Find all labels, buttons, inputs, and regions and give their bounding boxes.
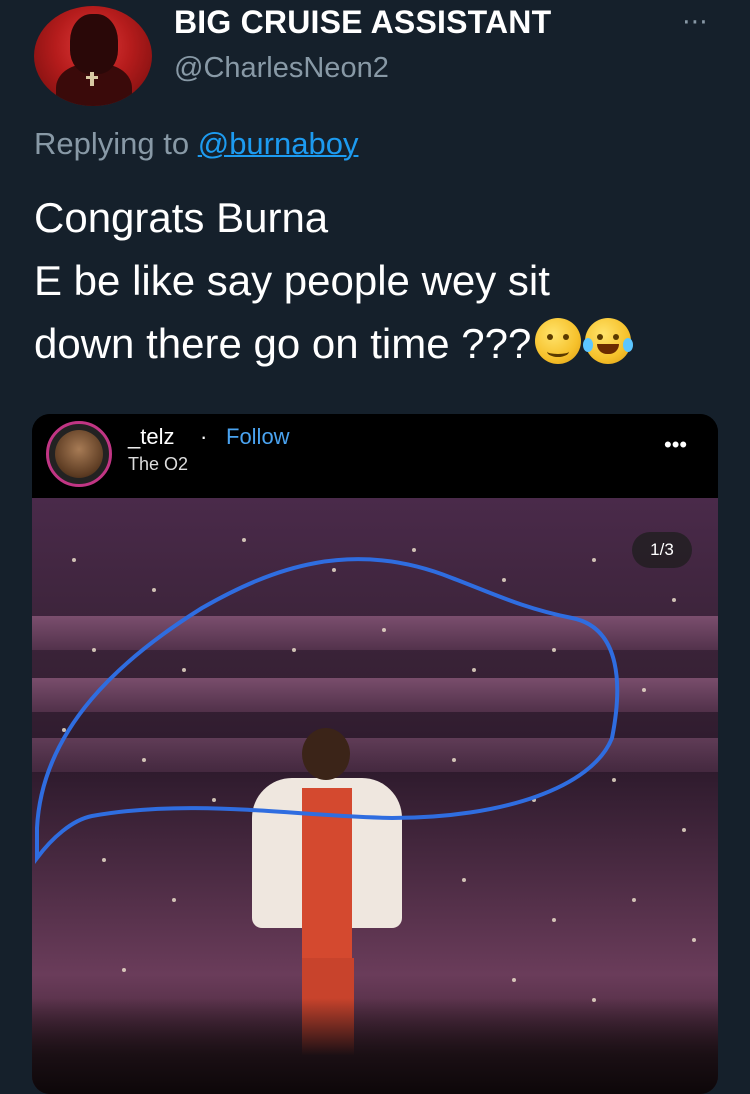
more-options-icon[interactable]: ⋯: [682, 6, 709, 37]
user-handle[interactable]: @CharlesNeon2: [174, 52, 389, 85]
tweet-line-3: down there go on time ???: [34, 320, 532, 367]
reply-mention-link[interactable]: @burnaboy: [198, 126, 359, 161]
tweet-text: Congrats Burna E be like say people wey …: [34, 186, 734, 375]
blue-circle-annotation: [35, 557, 620, 864]
embedded-username[interactable]: _telz: [128, 424, 174, 450]
tweet-line-1: Congrats Burna: [34, 194, 329, 241]
avatar-head: [70, 14, 118, 74]
image-counter: 1/3: [632, 532, 692, 568]
woozy-face-icon: [535, 318, 582, 364]
tweet-line-2: E be like say people wey sit: [34, 257, 550, 304]
cross-pendant-icon: [86, 72, 98, 86]
replying-to: Replying to @burnaboy: [34, 126, 358, 162]
tweet-media-image[interactable]: _telz · Follow The O2 ••• 1/3: [32, 414, 718, 1094]
profile-avatar[interactable]: [34, 6, 152, 106]
embedded-location[interactable]: The O2: [128, 454, 188, 475]
face-with-tears-of-joy-icon: [583, 318, 634, 364]
embedded-avatar[interactable]: [46, 421, 112, 487]
replying-prefix: Replying to: [34, 126, 198, 161]
embedded-post-header: _telz · Follow The O2 •••: [32, 414, 718, 498]
display-name[interactable]: BIG CRUISE ASSISTANT: [174, 4, 551, 41]
embedded-separator: ·: [200, 424, 208, 449]
embedded-follow-button[interactable]: Follow: [226, 424, 290, 450]
tweet-line-3-wrap: down there go on time ???: [34, 312, 734, 375]
embedded-more-icon[interactable]: •••: [664, 432, 687, 458]
